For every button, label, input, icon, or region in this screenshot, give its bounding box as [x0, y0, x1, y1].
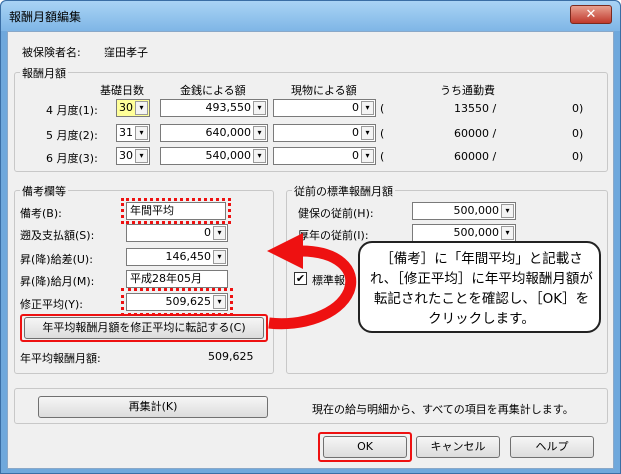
callout-text: ［備考］に「年間平均」と記載され、［修正平均］に年平均報酬月額が転記されたことを… [370, 251, 593, 327]
annotation-arrow-icon [267, 233, 357, 330]
instruction-callout: ［備考］に「年間平均」と記載され、［修正平均］に年平均報酬月額が転記されたことを… [358, 241, 601, 333]
dialog-window: 報酬月額編集 ✕ 被保険者名: 窪田孝子 報酬月額 基礎日数 金銭による額 現物… [0, 0, 621, 474]
